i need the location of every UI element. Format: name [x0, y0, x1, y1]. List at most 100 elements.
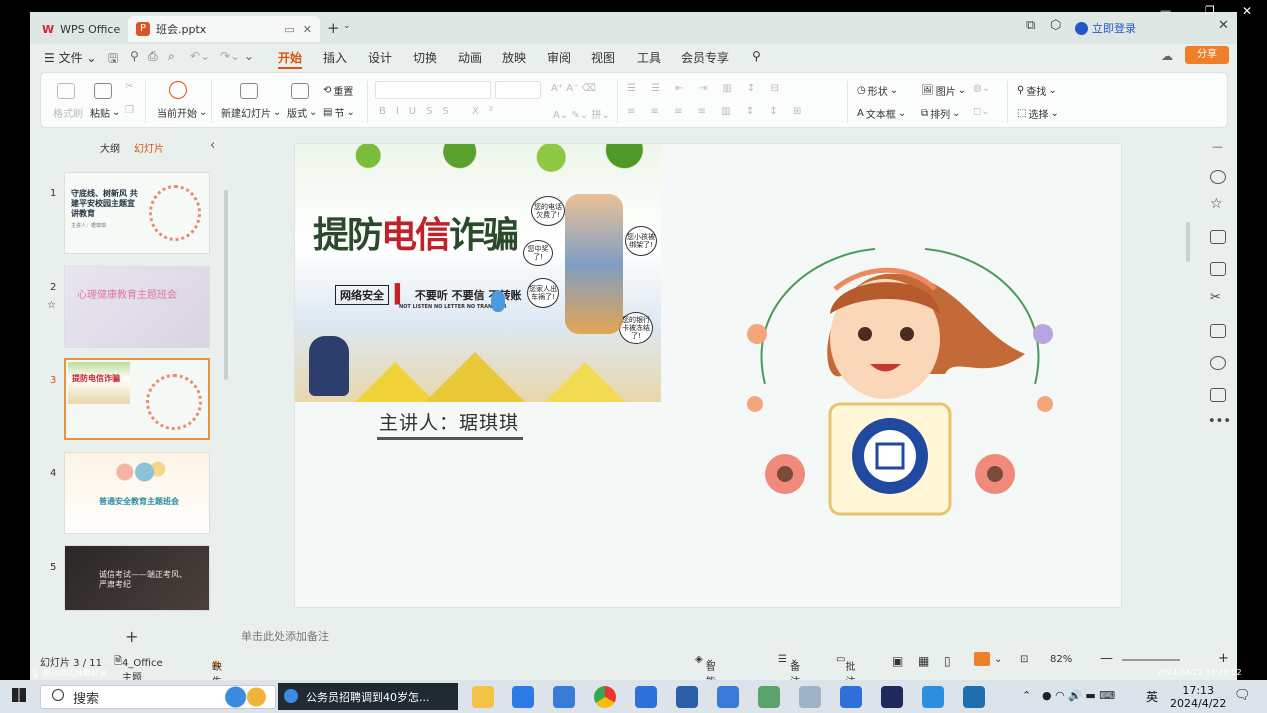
chevron-down-icon[interactable]: ⌄ [343, 21, 351, 31]
outline-icon[interactable]: ◻⌄ [973, 106, 990, 117]
zoom-level[interactable]: 82% [1050, 654, 1072, 665]
beautify-button[interactable]: ◈ 智能美化 ⌄ [695, 654, 716, 680]
new-tab-icon[interactable]: + [327, 19, 340, 37]
tab-wps-home[interactable]: W WPS Office [34, 16, 128, 42]
window-icon[interactable]: ▭ [284, 23, 294, 36]
star-icon[interactable]: ☆ [1210, 196, 1223, 212]
layout-button[interactable]: 版式 ⌄ [287, 105, 317, 120]
photos-icon[interactable] [758, 686, 780, 708]
notes-button[interactable]: ☰ 备注 ⌄ [778, 654, 800, 680]
tray-icons[interactable]: ● ◠ 🔊 ▬ ⌨ [1042, 689, 1115, 702]
slide-thumbnail-1[interactable]: 守底线、树新风 共建平安校园主题宣讲教育 主讲人：琚琪琪 [64, 172, 210, 254]
grow-font-icon[interactable]: A⁺ A⁻ ⌫ [551, 83, 596, 94]
cut-icon[interactable]: ✂ [125, 81, 133, 92]
share-link-icon[interactable]: ⚲ [130, 49, 139, 63]
font-family-select[interactable] [375, 81, 491, 99]
cube-icon[interactable]: ⬡ [1050, 18, 1061, 33]
play-options-icon[interactable]: ⌄ [994, 654, 1002, 665]
fill-icon[interactable]: ◍⌄ [973, 83, 990, 94]
canvas-scrollbar[interactable] [1186, 222, 1190, 262]
panel-scrollbar[interactable] [224, 190, 228, 380]
anti-fraud-poster[interactable]: 提防电信诈骗 网络安全 ▍ 不要听 不要信 不转账 NOT LISTEN NO … [295, 144, 661, 402]
share-button[interactable]: 分享 [1185, 46, 1229, 64]
close-window-icon[interactable]: ✕ [1218, 18, 1229, 33]
textbox-button[interactable]: A 文本框 ⌄ [857, 106, 906, 121]
word-icon[interactable] [635, 686, 657, 708]
zoom-in-icon[interactable]: + [1218, 651, 1229, 666]
file-explorer-icon[interactable] [472, 686, 494, 708]
app-icon[interactable] [799, 686, 821, 708]
wps-icon[interactable] [717, 686, 739, 708]
search-icon[interactable]: ⚲ [752, 49, 761, 63]
new-slide-button[interactable]: 新建幻灯片 ⌄ [221, 105, 281, 120]
restore-icon[interactable]: ⧉ [1026, 18, 1035, 33]
help-icon[interactable] [1210, 356, 1226, 370]
windows-start-icon[interactable] [12, 688, 26, 702]
slide-thumbnail-3[interactable]: 提防电信诈骗 [64, 358, 210, 440]
normal-view-icon[interactable]: ▣ [892, 654, 903, 668]
comment-button[interactable]: ▭ 批注 [836, 654, 855, 680]
font-style-icons[interactable]: BIUSS X² [379, 106, 503, 117]
print-icon[interactable]: ⎙ [148, 49, 158, 64]
paragraph-icons-row2[interactable]: ≡ ≡ ≡ ≡ ▥ ↕ ↕ ⊞ [627, 106, 807, 117]
tab-home[interactable]: 开始 [278, 49, 303, 69]
more-icon[interactable]: ••• [1208, 414, 1231, 429]
reset-button[interactable]: ⟲ 重置 [323, 83, 353, 98]
play-slideshow-icon[interactable] [974, 652, 990, 666]
copy-panel-icon[interactable] [1210, 230, 1226, 244]
font-color-icon[interactable]: A⌄ ✎⌄ 拼⌄ [553, 106, 610, 121]
section-button[interactable]: ▤ 节 ⌄ [323, 105, 355, 120]
speaker-text[interactable]: 主讲人：琚琪琪 [377, 408, 524, 440]
tab-insert[interactable]: 插入 [323, 49, 347, 66]
slide-thumbnail-2[interactable]: 心理健康教育主题班会 [64, 266, 210, 348]
theme-label[interactable]: 🗎 4_Office 主题 [114, 654, 163, 680]
login-button[interactable]: 立即登录 [1075, 20, 1136, 36]
wps-icon[interactable] [840, 686, 862, 708]
slide-canvas[interactable]: 提防电信诈骗 网络安全 ▍ 不要听 不要信 不转账 NOT LISTEN NO … [294, 143, 1122, 608]
arrange-button[interactable]: ⧉ 排列 ⌄ [921, 106, 961, 121]
font-size-select[interactable] [495, 81, 541, 99]
image-edit-icon[interactable] [1210, 262, 1226, 276]
app-icon[interactable] [553, 686, 575, 708]
add-slide-icon[interactable]: + [125, 627, 138, 646]
close-tab-icon[interactable]: ✕ [303, 23, 312, 36]
format-painter-button[interactable]: 格式刷 [53, 105, 83, 120]
wps-writer-icon[interactable] [512, 686, 534, 708]
taskbar-edge-window[interactable]: 公务员招聘调到40岁怎... [278, 683, 458, 710]
adjust-icon[interactable] [1210, 170, 1226, 184]
more-chevron-icon[interactable]: ⌄ [244, 49, 254, 63]
tools-icon[interactable]: ✂ [1210, 290, 1221, 305]
minus-icon[interactable]: — [1212, 140, 1223, 153]
tab-transition[interactable]: 切换 [413, 49, 437, 66]
star-icon[interactable]: ☆ [47, 300, 56, 311]
minimize-icon[interactable]: — [1160, 4, 1171, 17]
paste-button[interactable]: 粘贴 ⌄ [90, 105, 120, 120]
collapse-panel-icon[interactable]: ‹ [210, 138, 215, 153]
tab-view[interactable]: 视图 [591, 49, 615, 66]
redo-icon[interactable]: ↷⌄ [220, 49, 240, 63]
dev-app-icon[interactable] [881, 686, 903, 708]
cloud-icon[interactable]: ☁ [1161, 49, 1173, 63]
tab-design[interactable]: 设计 [368, 49, 392, 66]
book-icon[interactable] [1210, 324, 1226, 338]
paragraph-icons-row1[interactable]: ☰ ☰ ⇤ ⇥ ▥ ↕ ⊟ [627, 83, 785, 94]
tab-outline[interactable]: 大纲 [100, 140, 120, 155]
tab-member[interactable]: 会员专享 [681, 49, 729, 66]
notes-area[interactable]: 单击此处添加备注 [241, 628, 329, 644]
slide-thumbnail-4[interactable]: 普通安全教育主题班会 [64, 452, 210, 534]
grid-view-icon[interactable]: ▦ [918, 654, 929, 668]
tab-tools[interactable]: 工具 [637, 49, 661, 66]
app-icon[interactable] [922, 686, 944, 708]
copy-icon[interactable]: ❐ [125, 105, 134, 116]
fit-window-icon[interactable]: ⊡ [1020, 654, 1028, 665]
app-icon[interactable] [676, 686, 698, 708]
slide-thumbnail-5[interactable]: 诚信考试——端正考风、严肃考纪 [64, 545, 210, 611]
app-icon[interactable] [963, 686, 985, 708]
notification-icon[interactable]: 🗨 [1234, 688, 1251, 703]
zoom-slider[interactable] [1122, 659, 1180, 661]
picture-button[interactable]: 🖼 图片 ⌄ [921, 83, 966, 98]
reading-view-icon[interactable]: ▯ [944, 654, 951, 668]
select-button[interactable]: ⬚ 选择 ⌄ [1017, 106, 1059, 121]
tab-slides[interactable]: 幻灯片 [134, 140, 164, 155]
close-icon[interactable]: ✕ [1242, 4, 1252, 18]
